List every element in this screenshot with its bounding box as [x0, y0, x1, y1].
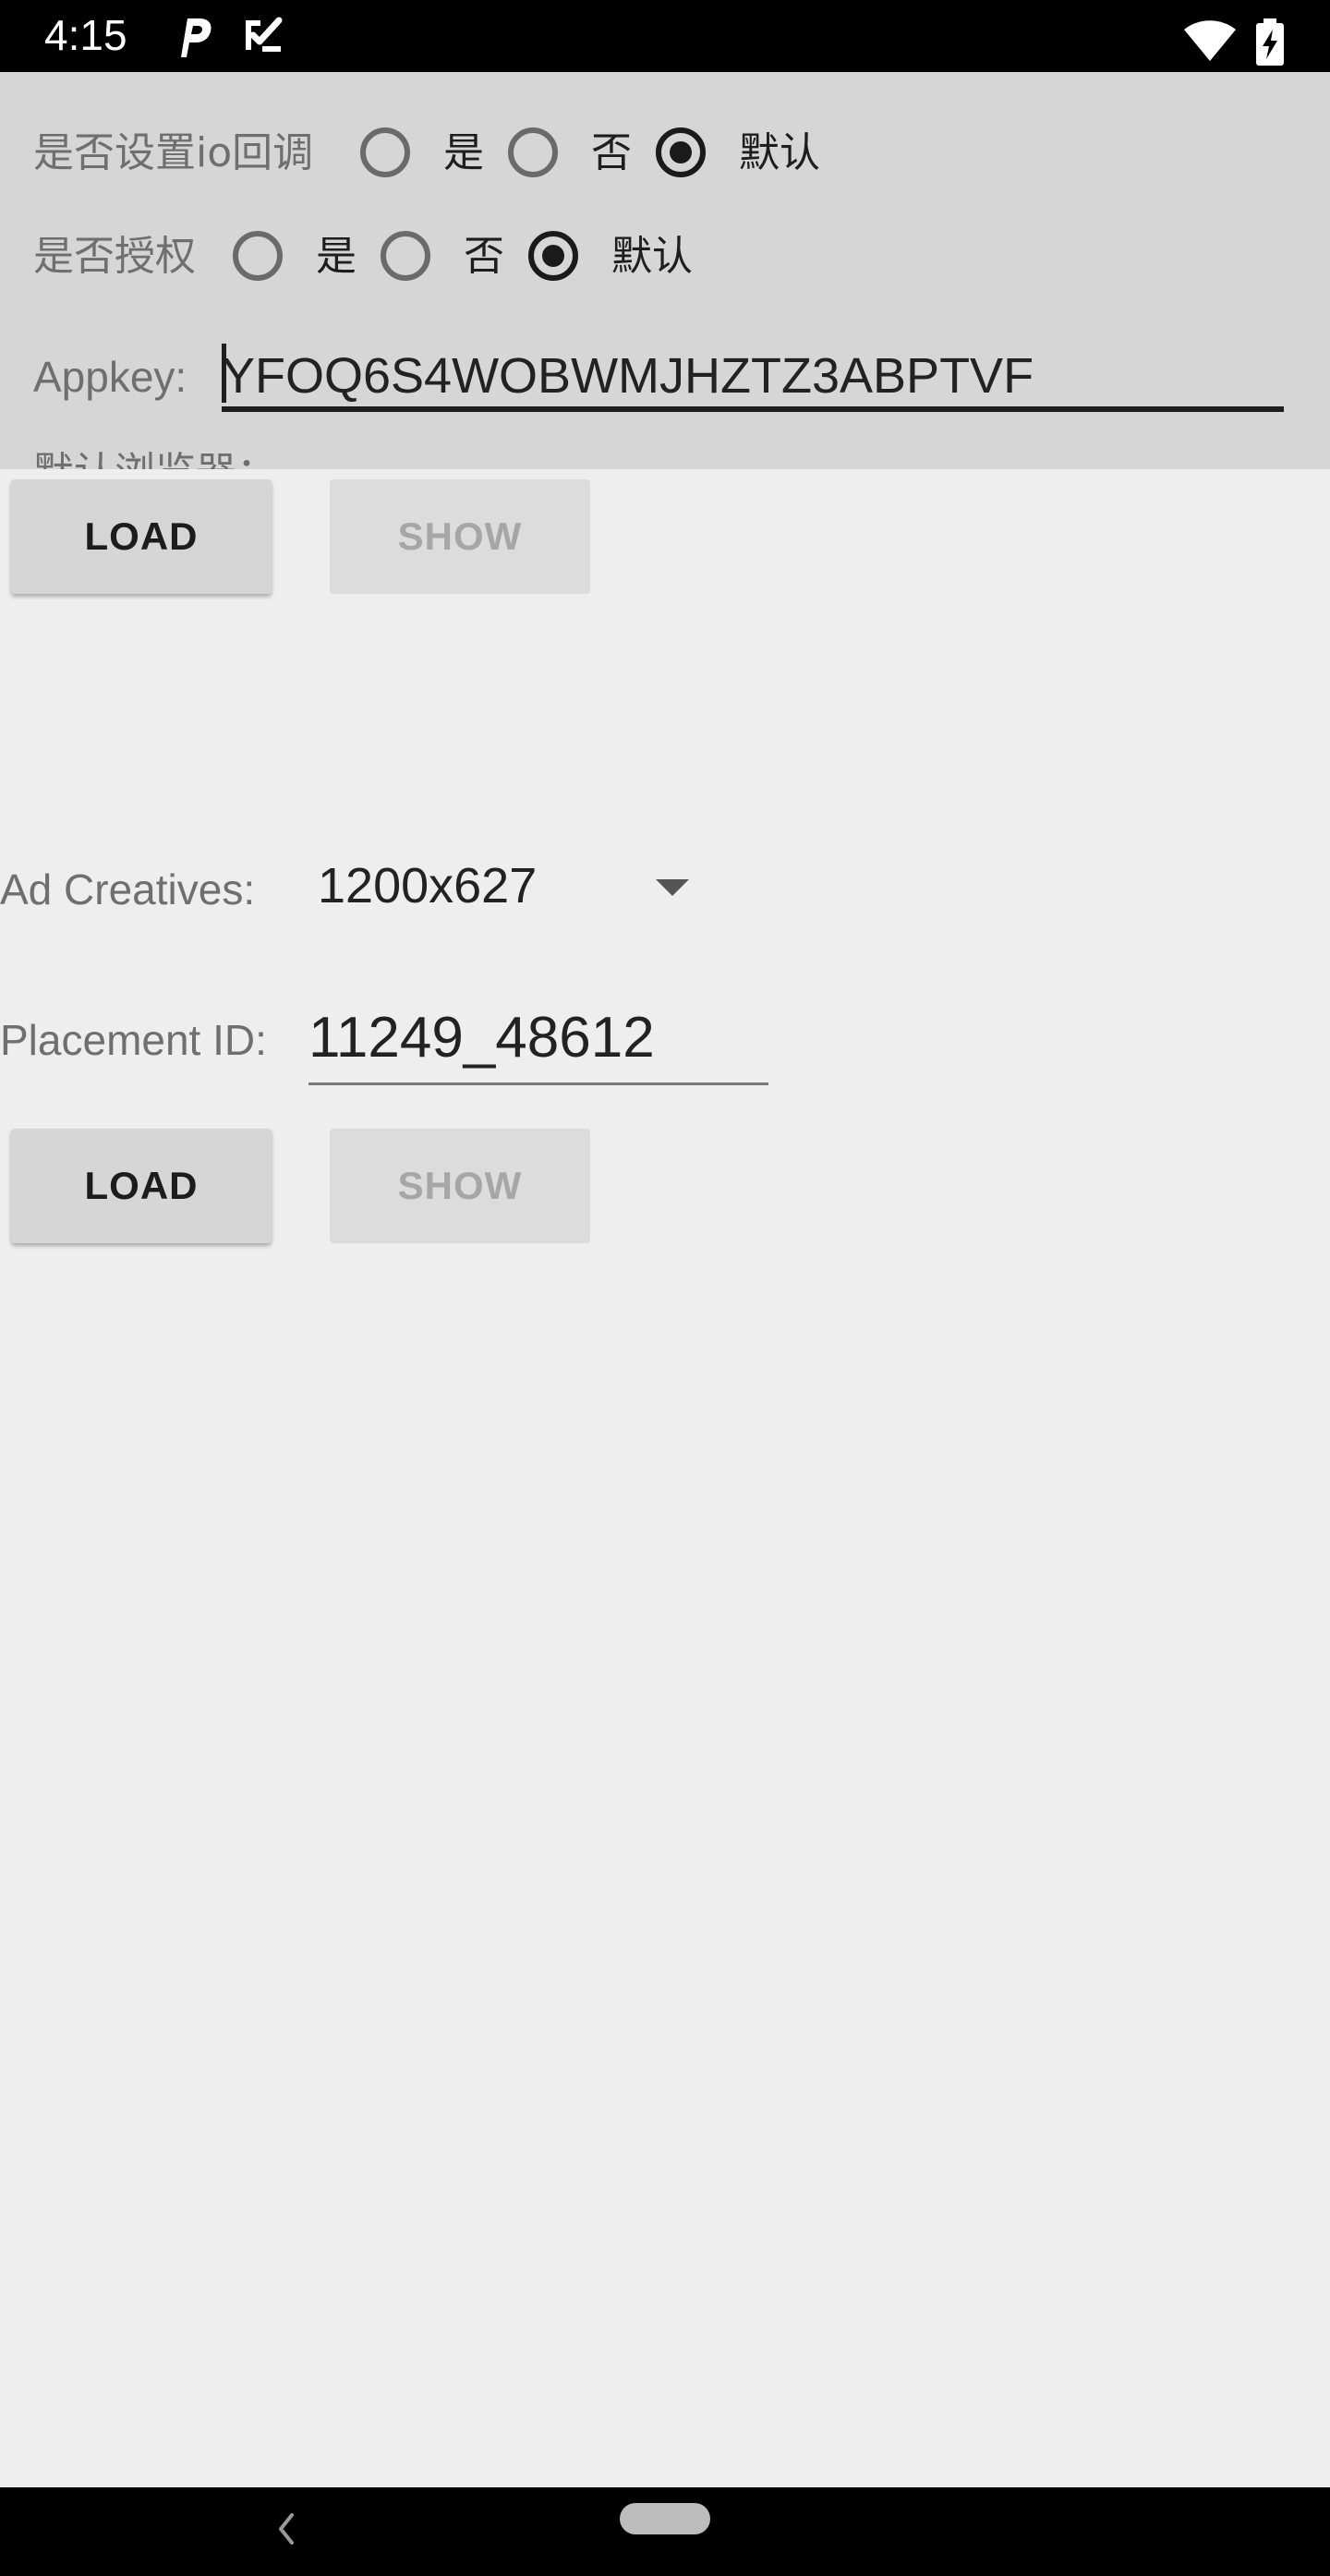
io-callback-label: 是否设置io回调: [33, 129, 314, 176]
show-button[interactable]: SHOW: [330, 479, 590, 594]
io-callback-default-radio[interactable]: [656, 127, 706, 177]
p-notification-icon: [181, 18, 212, 57]
load-button[interactable]: LOAD: [11, 479, 272, 594]
home-pill-icon[interactable]: [620, 2503, 710, 2534]
navigation-bar: [0, 2487, 1330, 2576]
io-callback-no-radio[interactable]: [508, 127, 558, 177]
authorize-default-label[interactable]: 默认: [611, 231, 693, 283]
default-browser-label: 默认浏览器：: [33, 447, 277, 469]
show-button[interactable]: SHOW: [330, 1129, 590, 1243]
placement-id-value[interactable]: 11249_48612: [308, 1005, 655, 1071]
task-check-icon: [246, 17, 283, 52]
authorize-no-label[interactable]: 否: [464, 231, 504, 283]
placement-id-input[interactable]: 11249_48612: [308, 999, 768, 1085]
back-icon[interactable]: [268, 2506, 305, 2552]
placement-id-label: Placement ID:: [0, 1016, 267, 1064]
appkey-label: Appkey:: [33, 353, 187, 401]
authorize-label: 是否授权: [33, 233, 196, 280]
status-time: 4:15: [44, 11, 127, 59]
ad-creatives-value[interactable]: 1200x627: [318, 857, 537, 914]
dropdown-arrow-icon[interactable]: [656, 879, 689, 896]
io-callback-yes-radio[interactable]: [360, 127, 410, 177]
text-caret: [222, 344, 226, 403]
appkey-input[interactable]: YFOQ6S4WOBWMJHZTZ3ABPTVF: [222, 340, 1284, 412]
io-callback-no-label[interactable]: 否: [591, 127, 632, 179]
authorize-default-radio[interactable]: [528, 231, 578, 281]
ad-creatives-label: Ad Creatives:: [0, 865, 256, 913]
authorize-no-radio[interactable]: [381, 231, 430, 281]
battery-charging-icon: [1256, 18, 1284, 66]
settings-panel: 是否设置io回调 是 否 默认 是否授权 是 否 默认 Appkey: YFOQ…: [0, 72, 1330, 469]
io-callback-yes-label[interactable]: 是: [443, 127, 484, 179]
io-callback-default-label[interactable]: 默认: [739, 127, 820, 179]
ad-creatives-dropdown[interactable]: 1200x627: [305, 850, 702, 924]
appkey-value[interactable]: YFOQ6S4WOBWMJHZTZ3ABPTVF: [222, 347, 1034, 405]
status-bar: 4:15: [0, 0, 1330, 72]
authorize-yes-radio[interactable]: [233, 231, 283, 281]
authorize-yes-label[interactable]: 是: [316, 231, 357, 283]
load-button[interactable]: LOAD: [11, 1129, 272, 1243]
wifi-icon: [1184, 20, 1236, 61]
